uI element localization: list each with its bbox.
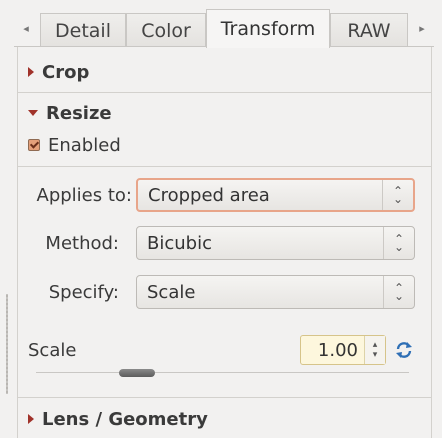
section-crop-header[interactable]: Crop [18,54,431,90]
section-lens-header[interactable]: Lens / Geometry [18,401,431,437]
section-resize-title: Resize [46,102,112,124]
updown-chevron-icon[interactable]: ⌃ ⌄ [383,276,414,308]
scale-slider-handle[interactable] [119,369,155,377]
divider [18,166,431,167]
tab-color[interactable]: Color [126,13,206,47]
divider [18,92,431,93]
tab-content: Crop Resize Enabled Applies to: Cropped … [17,47,432,438]
scale-spinbox[interactable]: 1.00 ▴ ▾ [300,335,386,365]
method-row: Method: Bicubic ⌃ ⌄ [18,223,431,263]
applies-to-label: Applies to: [36,184,132,206]
tab-scroll-left-icon[interactable]: ◂ [14,9,38,47]
applies-to-value: Cropped area [148,184,270,206]
method-label: Method: [45,232,119,254]
scale-slider-track[interactable] [36,372,409,373]
method-value: Bicubic [147,232,212,254]
panel-resize-grip[interactable] [6,294,8,394]
reset-refresh-icon[interactable] [395,340,413,360]
tab-raw[interactable]: RAW [330,13,408,47]
divider [18,397,431,398]
enabled-label: Enabled [48,134,121,156]
section-crop-title: Crop [42,61,90,83]
specify-row: Specify: Scale ⌃ ⌄ [18,272,431,312]
applies-to-select[interactable]: Cropped area ⌃ ⌄ [136,178,415,212]
expanded-arrow-icon [28,110,38,116]
updown-chevron-icon[interactable]: ⌃ ⌄ [383,227,414,259]
enabled-checkbox-row[interactable]: Enabled [28,133,121,157]
enabled-checkbox[interactable] [28,139,40,151]
transform-panel: ◂ Detail Color Transform RAW ▸ Crop Resi… [0,0,442,438]
specify-label: Specify: [48,281,119,303]
section-resize-header[interactable]: Resize [18,95,431,131]
specify-value: Scale [147,281,196,303]
scale-value: 1.00 [317,339,358,361]
spin-arrows-icon[interactable]: ▴ ▾ [364,336,385,364]
collapsed-arrow-icon [28,67,34,77]
collapsed-arrow-icon [28,414,34,424]
section-lens-title: Lens / Geometry [42,408,208,430]
updown-chevron-icon[interactable]: ⌃ ⌄ [382,180,413,210]
tab-scroll-right-icon[interactable]: ▸ [410,9,434,47]
tab-bar: ◂ Detail Color Transform RAW ▸ [14,9,434,48]
tab-transform[interactable]: Transform [206,9,330,48]
tab-detail[interactable]: Detail [40,13,126,47]
specify-select[interactable]: Scale ⌃ ⌄ [136,275,415,309]
applies-to-row: Applies to: Cropped area ⌃ ⌄ [18,175,431,215]
method-select[interactable]: Bicubic ⌃ ⌄ [136,226,415,260]
scale-label: Scale [28,339,77,361]
